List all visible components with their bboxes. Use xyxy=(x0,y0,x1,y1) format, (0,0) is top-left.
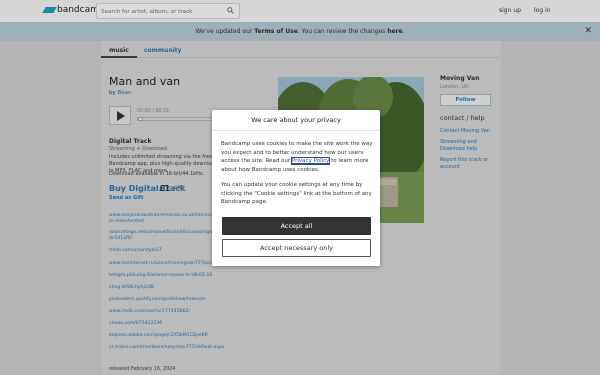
cookie-settings-text: You can update your cookie settings at a… xyxy=(221,182,372,205)
cookie-modal-text: Bandcamp uses cookies to make the site w… xyxy=(221,140,373,174)
cookie-modal-title: We care about your privacy xyxy=(212,110,380,131)
privacy-policy-link[interactable]: Privacy Policy xyxy=(290,157,331,165)
accept-necessary-button[interactable]: Accept necessary only xyxy=(222,239,371,257)
accept-all-button[interactable]: Accept all xyxy=(222,217,371,235)
cookie-consent-modal: We care about your privacy Bandcamp uses… xyxy=(212,110,380,266)
